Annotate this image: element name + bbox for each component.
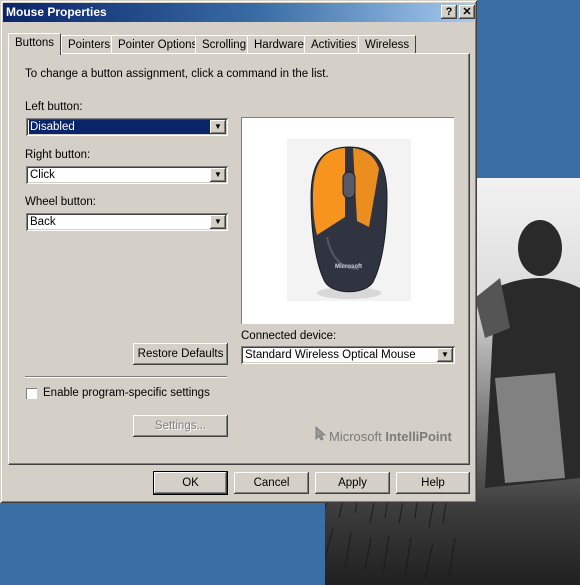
right-button-value: Click <box>30 169 55 181</box>
tab-wireless[interactable]: Wireless <box>358 35 417 54</box>
connected-device-label: Connected device: <box>241 330 337 342</box>
chevron-down-icon[interactable]: ▼ <box>210 215 226 229</box>
program-specific-label[interactable]: Enable program-specific settings <box>43 387 210 399</box>
ok-button[interactable]: OK <box>154 472 227 494</box>
tab-activities[interactable]: Activities <box>304 35 364 54</box>
wheel-button-dropdown[interactable]: Back ▼ <box>26 213 228 231</box>
right-button-dropdown[interactable]: Click ▼ <box>26 166 228 184</box>
help-button[interactable]: Help <box>396 472 470 494</box>
chevron-down-icon[interactable]: ▼ <box>210 120 226 134</box>
cancel-button[interactable]: Cancel <box>234 472 309 494</box>
tab-buttons[interactable]: Buttons <box>8 33 61 55</box>
brand-prefix: Microsoft <box>329 429 386 444</box>
instruction-text: To change a button assignment, click a c… <box>25 68 329 80</box>
chevron-down-icon[interactable]: ▼ <box>210 168 226 182</box>
mouse-logo-text: Microsoft <box>335 264 362 270</box>
connected-device-value: Standard Wireless Optical Mouse <box>245 349 416 361</box>
close-button[interactable]: ✕ <box>459 5 475 19</box>
mouse-preview-image: Microsoft <box>241 117 454 324</box>
tab-scrolling[interactable]: Scrolling <box>195 35 254 54</box>
brand-name: IntelliPoint <box>385 429 452 444</box>
tab-hardware[interactable]: Hardware <box>247 35 311 54</box>
tab-pointers[interactable]: Pointers <box>61 35 118 54</box>
left-button-dropdown[interactable]: Disabled ▼ <box>26 118 228 136</box>
mouse-properties-dialog: Mouse Properties ? ✕ Buttons Pointers Po… <box>0 0 477 503</box>
restore-defaults-button[interactable]: Restore Defaults <box>133 343 228 365</box>
wheel-button-value: Back <box>30 216 56 228</box>
settings-button[interactable]: Settings... <box>133 415 228 437</box>
help-title-button[interactable]: ? <box>441 5 457 19</box>
apply-button[interactable]: Apply <box>315 472 390 494</box>
left-button-label: Left button: <box>25 101 83 113</box>
connected-device-dropdown[interactable]: Standard Wireless Optical Mouse ▼ <box>241 346 455 364</box>
left-button-value: Disabled <box>29 120 210 134</box>
intellipoint-brand: Microsoft IntelliPoint <box>315 426 452 444</box>
cursor-logo-icon <box>315 426 327 444</box>
tab-pointer-options[interactable]: Pointer Options <box>111 35 205 54</box>
right-button-label: Right button: <box>25 149 91 161</box>
wheel-button-label: Wheel button: <box>25 196 96 208</box>
window-title: Mouse Properties <box>6 5 107 19</box>
chevron-down-icon[interactable]: ▼ <box>437 348 453 362</box>
program-specific-checkbox[interactable] <box>26 388 37 399</box>
title-bar[interactable]: Mouse Properties ? ✕ <box>3 3 475 22</box>
divider <box>25 376 227 378</box>
